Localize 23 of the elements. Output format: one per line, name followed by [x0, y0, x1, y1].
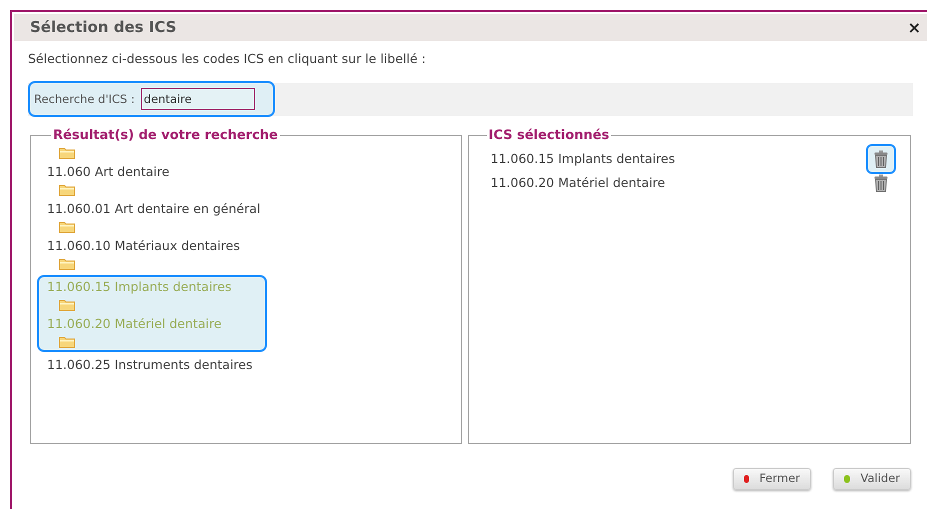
close-button[interactable]: × — [908, 20, 921, 36]
selected-item: 11.060.15 Implants dentaires — [490, 150, 675, 168]
dialog-button[interactable]: Valider — [833, 468, 911, 490]
trash-icon[interactable] — [874, 174, 888, 192]
folder-icon — [59, 258, 75, 270]
search-label: Recherche d'ICS : — [34, 90, 135, 108]
instruction-text: Sélectionnez ci-dessous les codes ICS en cliquant sur le libellé : — [27, 50, 427, 68]
window-title: Sélection des ICS — [30, 17, 176, 38]
results-title: Résultat(s) de votre recherche — [52, 126, 279, 145]
result-item[interactable]: 11.060.01 Art dentaire en général — [47, 201, 444, 216]
folder-icon — [59, 221, 75, 234]
selected-title: ICS sélectionnés — [488, 126, 610, 145]
trash-icon[interactable] — [874, 150, 888, 168]
result-item[interactable]: 11.060 Art dentaire — [47, 164, 444, 180]
result-item[interactable]: 11.060.25 Instruments dentaires — [47, 357, 444, 372]
selected-item: 11.060.20 Matériel dentaire — [490, 174, 666, 192]
folder-icon — [59, 336, 75, 348]
search-field[interactable]: dentaire — [140, 88, 255, 110]
folder-icon — [59, 184, 75, 196]
result-item[interactable]: 11.060.10 Matériaux dentaires — [47, 238, 444, 254]
folder-icon — [59, 147, 75, 160]
dialog-button[interactable]: Fermer — [733, 468, 811, 490]
folder-icon — [59, 299, 75, 312]
